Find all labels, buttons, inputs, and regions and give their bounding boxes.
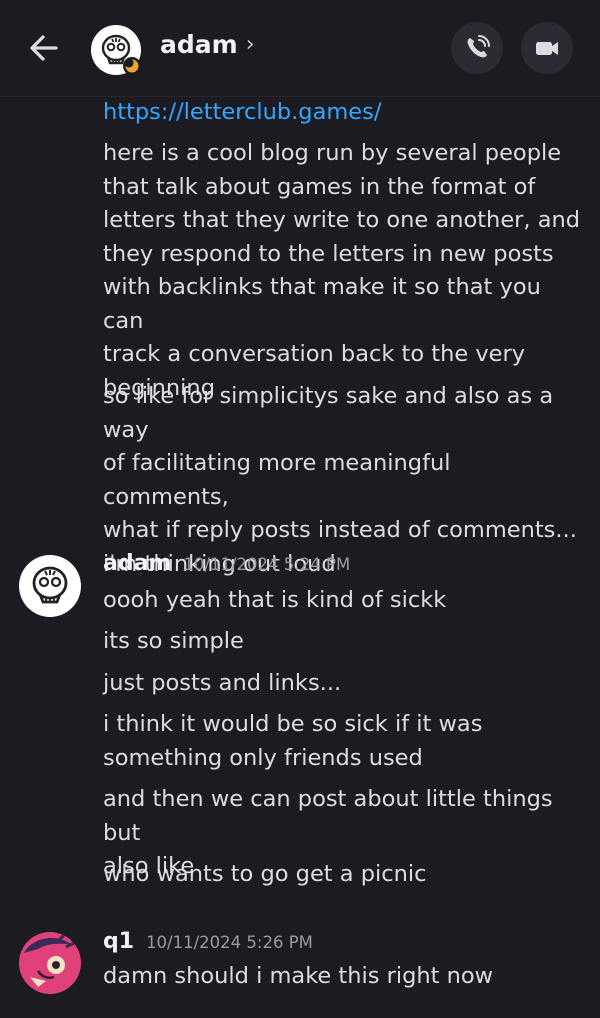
message-text: i think it would be so sick if it was so… bbox=[103, 711, 483, 771]
message-header: adam 10/11/2024 5:24 PM bbox=[103, 551, 350, 576]
voice-call-button[interactable] bbox=[451, 22, 503, 74]
video-call-button[interactable] bbox=[521, 22, 573, 74]
message-text: its so simple bbox=[103, 628, 244, 654]
message-text: who wants to go get a picnic bbox=[103, 861, 427, 887]
message-text: just posts and links... bbox=[103, 670, 342, 696]
dm-user-name[interactable]: adam › bbox=[160, 30, 255, 59]
avatar[interactable] bbox=[90, 24, 142, 76]
message-text: damn should i make this right now bbox=[103, 963, 494, 989]
author-name[interactable]: q1 bbox=[103, 929, 134, 954]
message-text: oooh yeah that is kind of sickk bbox=[103, 587, 447, 613]
back-button[interactable] bbox=[26, 30, 62, 66]
message-text: here is a cool blog run by several peopl… bbox=[103, 140, 581, 401]
arrow-left-icon bbox=[30, 35, 58, 61]
timestamp: 10/11/2024 5:24 PM bbox=[183, 555, 351, 574]
chat-header: adam › bbox=[0, 0, 600, 97]
avatar[interactable] bbox=[18, 554, 82, 618]
message-link[interactable]: https://letterclub.games/ bbox=[103, 96, 583, 130]
avatar[interactable] bbox=[18, 931, 82, 995]
video-camera-icon bbox=[536, 42, 558, 55]
author-name[interactable]: adam bbox=[103, 551, 171, 576]
timestamp: 10/11/2024 5:26 PM bbox=[146, 933, 313, 952]
idle-moon-icon bbox=[123, 57, 141, 75]
message-header: q1 10/11/2024 5:26 PM bbox=[103, 929, 313, 954]
phone-icon bbox=[467, 35, 490, 58]
header-username: adam bbox=[160, 30, 238, 59]
chevron-right-icon: › bbox=[245, 32, 255, 57]
